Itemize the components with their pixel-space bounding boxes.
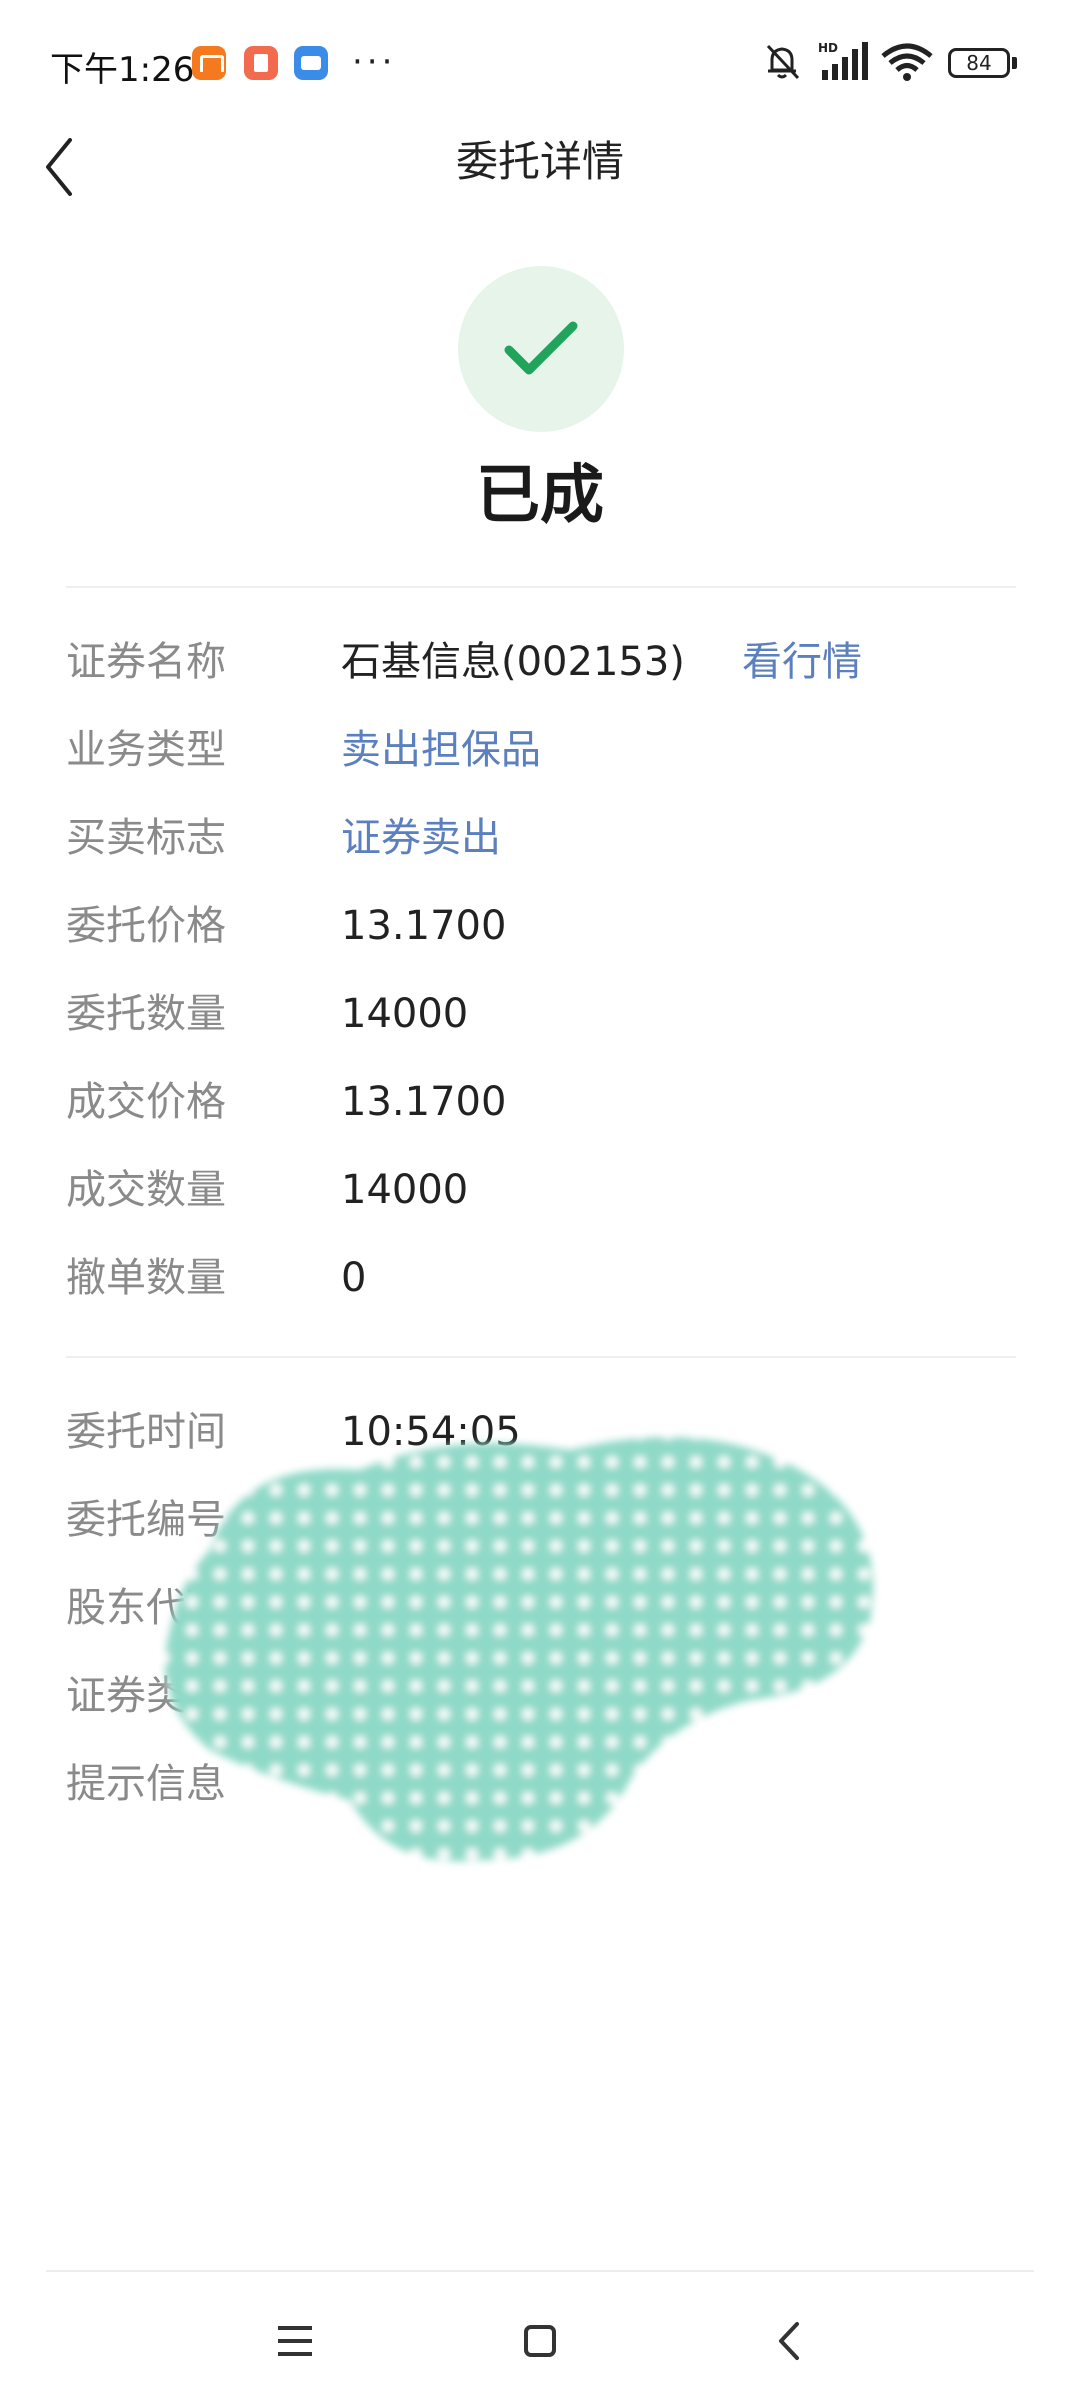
back-chevron-icon <box>779 2322 799 2360</box>
status-circle <box>458 266 624 432</box>
system-back-button[interactable] <box>755 2306 825 2376</box>
detail-row-business-type: 业务类型 卖出担保品 <box>66 720 1016 780</box>
view-market-link[interactable]: 看行情 <box>742 632 862 692</box>
battery-icon: 84 <box>948 48 1010 78</box>
status-time: 下午1:26 <box>50 50 195 90</box>
detail-label: 成交价格 <box>66 1079 226 1125</box>
detail-label: 业务类型 <box>66 727 226 773</box>
menu-button[interactable] <box>260 2306 330 2376</box>
detail-value: 14000 <box>341 1167 469 1213</box>
checkmark-icon <box>504 321 578 375</box>
detail-row-deal-price: 成交价格 13.1700 <box>66 1072 1016 1132</box>
detail-value: 13.1700 <box>341 903 507 949</box>
detail-row-order-quantity: 委托数量 14000 <box>66 984 1016 1044</box>
wifi-icon <box>881 43 933 81</box>
detail-label: 成交数量 <box>66 1167 226 1213</box>
svg-text:HD: HD <box>818 41 838 55</box>
more-notifications-icon: ··· <box>352 42 397 82</box>
header: 委托详情 <box>0 120 1080 210</box>
detail-value: 0 <box>341 1255 367 1301</box>
status-bar: 下午1:26 ··· HD 84 <box>0 0 1080 130</box>
detail-label: 买卖标志 <box>66 815 226 861</box>
detail-label: 证券名称 <box>66 639 226 685</box>
battery-tip <box>1012 57 1017 69</box>
status-indicators: HD 84 <box>720 30 1080 100</box>
trade-flag-link[interactable]: 证券卖出 <box>341 808 501 868</box>
page-title: 委托详情 <box>455 137 624 186</box>
detail-row-security-name: 证券名称 石基信息(002153) 看行情 <box>66 632 1016 692</box>
menu-icon <box>278 2326 312 2356</box>
divider <box>66 586 1016 588</box>
business-type-link[interactable]: 卖出担保品 <box>341 720 541 780</box>
wallet-app-icon <box>294 46 328 80</box>
detail-value: 13.1700 <box>341 1079 507 1125</box>
mute-bell-icon <box>766 44 800 80</box>
detail-row-order-price: 委托价格 13.1700 <box>66 896 1016 956</box>
home-button[interactable] <box>505 2306 575 2376</box>
delete-app-icon <box>244 46 278 80</box>
security-name-value: 石基信息(002153) <box>341 639 685 685</box>
detail-row-cancel-quantity: 撤单数量 0 <box>66 1248 1016 1308</box>
status-text: 已成 <box>476 459 604 533</box>
detail-label: 委托数量 <box>66 991 226 1037</box>
detail-row-trade-flag: 买卖标志 证券卖出 <box>66 808 1016 868</box>
detail-row-deal-quantity: 成交数量 14000 <box>66 1160 1016 1220</box>
redaction-overlay <box>165 1437 874 1862</box>
battery-level: 84 <box>966 51 992 75</box>
detail-value: 14000 <box>341 991 469 1037</box>
detail-label: 撤单数量 <box>66 1255 226 1301</box>
home-square-icon <box>524 2325 556 2357</box>
detail-label: 委托价格 <box>66 903 226 949</box>
divider <box>66 1356 1016 1358</box>
hd-signal-icon: HD <box>818 41 868 80</box>
mi-app-icon <box>192 46 226 80</box>
system-nav-bar <box>0 2272 1080 2400</box>
